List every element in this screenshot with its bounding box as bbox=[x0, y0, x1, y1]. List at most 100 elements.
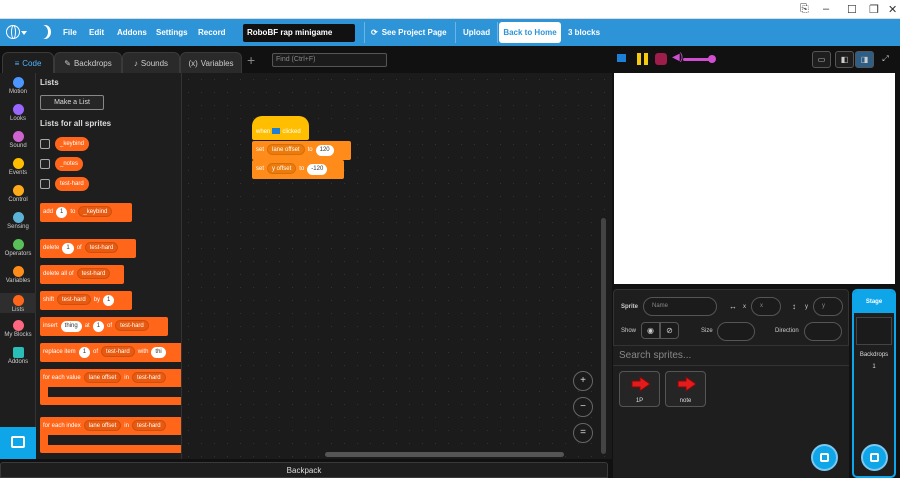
extension-icon[interactable]: ⎘ bbox=[800, 3, 809, 16]
menu-edit[interactable]: Edit bbox=[89, 19, 104, 46]
sprite-tile[interactable]: 1P bbox=[619, 371, 660, 407]
small-stage-button[interactable]: ◧ bbox=[835, 51, 854, 68]
zoom-reset-button[interactable]: = bbox=[573, 423, 593, 443]
category-my-blocks[interactable]: My Blocks bbox=[0, 320, 36, 338]
menu-addons[interactable]: Addons bbox=[117, 19, 147, 46]
sprite-name-field[interactable]: Name bbox=[643, 297, 717, 316]
back-to-home-button[interactable]: Back to Home bbox=[499, 22, 561, 43]
list-checkbox[interactable] bbox=[40, 159, 50, 169]
add-extension-button[interactable] bbox=[0, 427, 36, 459]
add-to-list-block[interactable]: add 1 to _keybind bbox=[40, 203, 132, 222]
value-input[interactable]: thi bbox=[151, 347, 166, 358]
variable-dropdown[interactable]: lane offset bbox=[83, 372, 122, 383]
replace-item-block[interactable]: replace item 1 of test-hard with thi bbox=[40, 343, 181, 362]
tab-code[interactable]: ≡ Code bbox=[2, 52, 54, 73]
menu-file[interactable]: File bbox=[63, 19, 77, 46]
list-dropdown[interactable]: test-hard bbox=[115, 320, 149, 331]
menu-settings[interactable]: Settings bbox=[156, 19, 188, 46]
stop-button[interactable] bbox=[655, 53, 667, 65]
value-input[interactable]: 1 bbox=[56, 207, 68, 218]
index-input[interactable]: 1 bbox=[92, 321, 105, 332]
list-checkbox[interactable] bbox=[40, 139, 50, 149]
list-dropdown[interactable]: test-hard bbox=[57, 294, 91, 305]
category-variables[interactable]: Variables bbox=[0, 266, 36, 284]
delete-item-block[interactable]: delete 1 of test-hard bbox=[40, 239, 136, 258]
category-sound[interactable]: Sound bbox=[0, 131, 36, 149]
category-events[interactable]: Events bbox=[0, 158, 36, 176]
stage-canvas[interactable] bbox=[614, 73, 895, 284]
value-input[interactable]: 1 bbox=[103, 295, 115, 306]
theme-moon-icon[interactable] bbox=[36, 25, 48, 39]
terminal-button[interactable]: ▭ bbox=[812, 51, 831, 68]
list-checkbox[interactable] bbox=[40, 179, 50, 189]
list-dropdown[interactable]: test-hard bbox=[84, 242, 119, 253]
category-motion[interactable]: Motion bbox=[0, 77, 36, 95]
menu-record[interactable]: Record bbox=[198, 19, 226, 46]
zoom-out-button[interactable]: − bbox=[573, 397, 593, 417]
value-input[interactable]: -120 bbox=[307, 164, 328, 175]
vertical-scrollbar[interactable] bbox=[601, 218, 606, 454]
when-flag-clicked-block[interactable]: when clicked bbox=[252, 116, 309, 140]
for-each-value-block[interactable]: for each value lane offset in test-hard bbox=[40, 369, 181, 405]
list-reporter[interactable]: _keybind bbox=[55, 137, 90, 151]
set-variable-block[interactable]: set y offset to -120 bbox=[252, 160, 344, 179]
category-looks[interactable]: Looks bbox=[0, 104, 36, 122]
category-operators[interactable]: Operators bbox=[0, 239, 36, 257]
minimize-icon[interactable]: – bbox=[823, 3, 829, 15]
index-input[interactable]: 1 bbox=[78, 347, 91, 358]
list-dropdown[interactable]: test-hard bbox=[101, 346, 135, 357]
close-icon[interactable]: ✕ bbox=[888, 3, 897, 16]
y-field[interactable]: y bbox=[813, 297, 843, 316]
value-input[interactable]: 120 bbox=[315, 145, 334, 156]
add-backdrop-button[interactable] bbox=[861, 444, 888, 471]
pause-button[interactable] bbox=[637, 53, 648, 65]
set-variable-block[interactable]: set lane offset to 120 bbox=[252, 141, 351, 160]
size-field[interactable] bbox=[717, 322, 755, 341]
hide-sprite-button[interactable]: ⊘ bbox=[660, 322, 679, 339]
list-dropdown[interactable]: test-hard bbox=[131, 372, 166, 383]
upload-button[interactable]: Upload bbox=[455, 22, 499, 43]
insert-item-block[interactable]: insert thing at 1 of test-hard bbox=[40, 317, 168, 336]
list-dropdown[interactable]: test-hard bbox=[76, 268, 111, 279]
category-control[interactable]: Control bbox=[0, 185, 36, 203]
backpack-bar[interactable]: Backpack bbox=[0, 462, 608, 478]
add-sprite-button[interactable] bbox=[811, 444, 838, 471]
fullscreen-button[interactable]: ⤢ bbox=[876, 51, 895, 68]
make-list-button[interactable]: Make a List bbox=[40, 95, 104, 110]
tab-variables[interactable]: (x) Variables bbox=[180, 52, 242, 73]
for-each-index-block[interactable]: for each index lane offset in test-hard bbox=[40, 417, 181, 453]
tab-sounds[interactable]: ♪ Sounds bbox=[122, 52, 180, 73]
category-sensing[interactable]: Sensing bbox=[0, 212, 36, 230]
add-tab-button[interactable]: + bbox=[247, 52, 255, 68]
category-addons[interactable]: Addons bbox=[0, 347, 36, 365]
maximize-icon[interactable]: ☐ bbox=[847, 3, 857, 16]
green-flag-button[interactable] bbox=[617, 54, 626, 62]
list-dropdown[interactable]: _keybind bbox=[78, 206, 113, 217]
chevron-down-icon[interactable] bbox=[21, 31, 27, 35]
variable-dropdown[interactable]: lane offset bbox=[83, 420, 122, 431]
list-reporter[interactable]: test-hard bbox=[55, 177, 89, 191]
script-workspace[interactable] bbox=[182, 73, 612, 459]
variable-dropdown[interactable]: lane offset bbox=[267, 144, 305, 155]
project-title-input[interactable]: RoboBF rap minigame bbox=[243, 24, 355, 42]
language-globe-icon[interactable] bbox=[6, 25, 20, 39]
value-input[interactable]: 1 bbox=[62, 243, 74, 254]
delete-all-block[interactable]: delete all of test-hard bbox=[40, 265, 124, 284]
shift-list-block[interactable]: shift test-hard by 1 bbox=[40, 291, 132, 310]
find-input[interactable]: Find (Ctrl+F) bbox=[272, 53, 387, 67]
list-reporter[interactable]: _notes bbox=[55, 157, 84, 171]
x-field[interactable]: x bbox=[751, 297, 781, 316]
variable-dropdown[interactable]: y offset bbox=[267, 163, 297, 174]
volume-slider-knob[interactable] bbox=[708, 55, 716, 63]
search-sprites-input[interactable]: Search sprites... bbox=[613, 346, 849, 366]
zoom-in-button[interactable]: + bbox=[573, 371, 593, 391]
value-input[interactable]: thing bbox=[60, 321, 82, 332]
large-stage-button[interactable]: ◨ bbox=[855, 51, 874, 68]
see-project-page-button[interactable]: ⟳ See Project Page bbox=[364, 22, 453, 43]
show-sprite-button[interactable]: ◉ bbox=[641, 322, 660, 339]
restore-icon[interactable]: ❐ bbox=[869, 3, 879, 16]
tab-backdrops[interactable]: ✎ Backdrops bbox=[54, 52, 122, 73]
list-dropdown[interactable]: test-hard bbox=[131, 420, 166, 431]
direction-field[interactable] bbox=[804, 322, 842, 341]
horizontal-scrollbar[interactable] bbox=[325, 452, 564, 457]
